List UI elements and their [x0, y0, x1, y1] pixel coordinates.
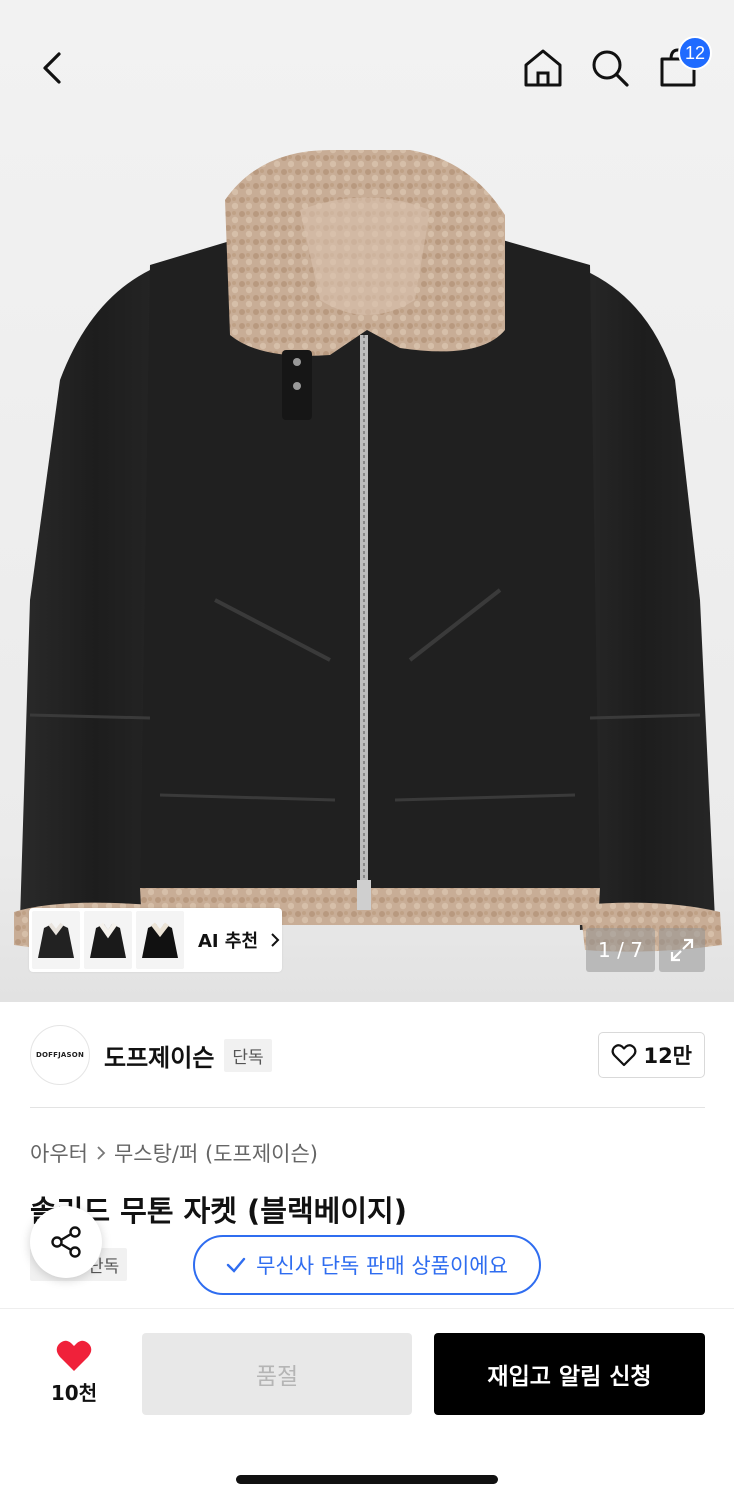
search-icon [592, 50, 629, 87]
breadcrumb-item-category[interactable]: 무스탕/퍼 (도프제이슨) [114, 1138, 318, 1168]
share-button[interactable] [30, 1206, 102, 1278]
heart-filled-icon [56, 1340, 92, 1371]
exclusive-sale-text: 무신사 단독 판매 상품이에요 [256, 1254, 508, 1278]
check-icon [226, 1257, 246, 1273]
image-counter: 1 / 7 [586, 928, 655, 972]
bottom-action-bar: 10천 품절 재입고 알림 신청 [0, 1308, 734, 1500]
product-image-gallery[interactable]: 12 AI 추천 1 / 7 [0, 0, 734, 1002]
chevron-right-icon [270, 932, 280, 948]
jacket-product-image [14, 150, 722, 952]
chevron-left-icon [43, 52, 61, 84]
ai-thumbnail-2 [84, 911, 132, 969]
home-indicator [236, 1475, 498, 1484]
cart-button[interactable]: 12 [650, 36, 712, 96]
exclusive-sale-notice: 무신사 단독 판매 상품이에요 [193, 1235, 541, 1295]
ai-recommendation-button[interactable]: AI 추천 [29, 908, 282, 972]
wishlist-count: 10천 [50, 1381, 98, 1405]
back-button[interactable] [24, 40, 80, 96]
home-icon [524, 49, 562, 87]
ai-recommendation-label: AI 추천 [198, 931, 259, 952]
exclusive-tag: 단독 [224, 1038, 272, 1072]
cart-count-badge: 12 [678, 36, 712, 70]
brand-logo[interactable]: DOFFJASON [30, 1025, 90, 1085]
section-divider [30, 1107, 705, 1108]
home-button[interactable] [515, 40, 571, 96]
breadcrumb: 아우터 무스탕/퍼 (도프제이슨) [30, 1138, 318, 1168]
ai-thumbnail-3 [136, 911, 184, 969]
wishlist-button[interactable]: 10천 [38, 1339, 110, 1406]
top-navigation: 12 [0, 0, 734, 130]
breadcrumb-item-outer[interactable]: 아우터 [30, 1138, 88, 1168]
ai-thumbnail-1 [32, 911, 80, 969]
brand-name[interactable]: 도프제이슨 [104, 1038, 214, 1073]
brand-like-button[interactable]: 12만 [598, 1032, 705, 1078]
brand-row: DOFFJASON 도프제이슨 단독 12만 [30, 1024, 705, 1086]
expand-icon [670, 938, 694, 962]
restock-alert-button[interactable]: 재입고 알림 신청 [434, 1333, 705, 1415]
soldout-button: 품절 [142, 1333, 412, 1415]
chevron-right-icon [97, 1146, 106, 1160]
heart-outline-icon [611, 1044, 637, 1067]
search-button[interactable] [582, 40, 638, 96]
expand-image-button[interactable] [659, 928, 705, 972]
brand-like-count: 12만 [643, 1044, 692, 1068]
share-icon [51, 1226, 81, 1258]
